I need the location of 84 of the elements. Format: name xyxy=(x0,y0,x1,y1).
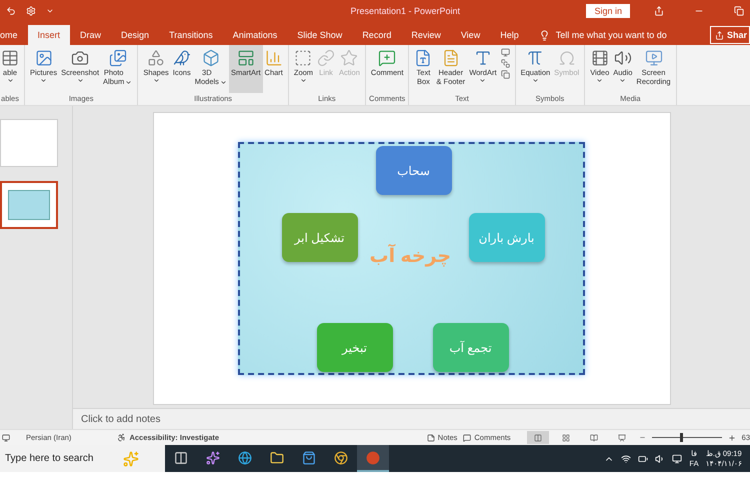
zoom-frame-icon xyxy=(294,48,312,66)
table-icon xyxy=(1,48,19,66)
bird-icon xyxy=(172,48,191,66)
share-icon xyxy=(714,30,724,40)
shapes-icon xyxy=(147,48,166,66)
caret-icon xyxy=(40,77,48,84)
app-icon xyxy=(206,450,220,464)
caret-icon[interactable] xyxy=(46,7,54,15)
caret-icon xyxy=(532,77,539,84)
caret-icon xyxy=(152,77,160,84)
caret-icon xyxy=(6,77,14,84)
volume-icon[interactable] xyxy=(655,454,666,464)
photo-album-icon xyxy=(108,48,127,66)
camera-icon xyxy=(71,48,90,66)
window-title: Presentation1 - PowerPoint xyxy=(349,6,460,16)
notes-placeholder[interactable]: Click to add notes xyxy=(81,414,160,424)
network-icon[interactable] xyxy=(621,454,632,464)
share-button[interactable]: Shar xyxy=(710,26,750,44)
accessibility-icon[interactable] xyxy=(117,433,126,442)
ribbon-tab[interactable]: Design xyxy=(111,25,160,45)
ribbon-tab[interactable]: Help xyxy=(490,25,529,45)
zoom-thumb[interactable] xyxy=(680,433,683,442)
comment-add-icon xyxy=(378,48,396,66)
smartart-icon xyxy=(236,48,255,66)
app-icon xyxy=(366,450,380,464)
ribbon-tab[interactable]: Animations xyxy=(222,25,288,45)
screen-record-icon xyxy=(644,48,663,66)
letter-icon xyxy=(474,48,492,66)
display-icon[interactable] xyxy=(672,454,682,464)
slide-thumbnail[interactable] xyxy=(0,181,58,229)
caret-icon xyxy=(619,77,626,84)
diagram-title: چرخه آب xyxy=(370,245,452,268)
notes-icon[interactable] xyxy=(426,434,435,442)
caret-icon xyxy=(596,77,604,84)
cube-icon xyxy=(202,48,220,66)
page-icon xyxy=(442,48,460,66)
app-icon xyxy=(238,450,252,464)
speaker-icon xyxy=(614,48,632,66)
app-icon xyxy=(302,450,316,464)
bar-chart-icon xyxy=(264,48,283,66)
caret-icon xyxy=(125,79,132,86)
app-icon xyxy=(270,450,284,464)
object-icon[interactable] xyxy=(500,70,510,79)
battery-icon[interactable] xyxy=(638,454,648,464)
view-icon xyxy=(590,434,598,442)
caret-icon xyxy=(479,77,486,84)
comments-icon[interactable] xyxy=(463,434,472,442)
tell-me-field[interactable]: Tell me what you want to do xyxy=(528,25,667,45)
normal-view-button[interactable] xyxy=(526,431,549,444)
sparkle-icon xyxy=(123,450,140,466)
ribbon-tab[interactable]: Slide Show xyxy=(287,25,352,45)
ribbon-tab[interactable]: Review xyxy=(401,25,451,45)
ribbon-tab[interactable]: Insert xyxy=(28,25,70,45)
omega-icon xyxy=(558,48,576,66)
restore-icon[interactable] xyxy=(734,6,744,16)
powerpoint-taskbar-button[interactable] xyxy=(357,445,389,472)
ribbon-tab[interactable]: Transitions xyxy=(159,25,223,45)
zoom-in-icon[interactable] xyxy=(728,434,736,442)
view-icon xyxy=(562,434,570,442)
caret-icon xyxy=(76,77,84,84)
caret-icon xyxy=(220,79,227,86)
ribbon-tab[interactable]: View xyxy=(450,25,490,45)
view-icon xyxy=(618,434,626,442)
film-icon xyxy=(590,48,609,66)
cycle-node[interactable]: سحاب xyxy=(376,146,452,195)
ribbon-tab[interactable]: Draw xyxy=(70,25,112,45)
taskbar-search-field[interactable]: Type here to search xyxy=(0,445,165,472)
spelling-icon[interactable] xyxy=(2,434,10,442)
lightbulb-icon xyxy=(538,30,550,40)
ribbon-tab[interactable]: Record xyxy=(352,25,402,45)
app-icon xyxy=(334,450,348,464)
pi-icon xyxy=(526,48,544,66)
ribbon-tab[interactable]: ome xyxy=(0,25,28,45)
picture-icon xyxy=(34,48,53,66)
text-box-icon xyxy=(414,48,432,66)
link-icon xyxy=(317,48,336,66)
smartart-frame[interactable]: سحاب تشکیل ابر بارش باران چرخه آب تبخیر تجمع آب xyxy=(238,142,584,375)
customize-icon[interactable] xyxy=(26,6,36,16)
sign-in-button[interactable]: Sign in xyxy=(586,4,630,18)
mini-diagram xyxy=(8,190,50,220)
view-icon xyxy=(534,434,542,442)
caret-icon xyxy=(300,77,307,84)
app-icon xyxy=(174,450,188,464)
star-icon xyxy=(340,48,358,66)
